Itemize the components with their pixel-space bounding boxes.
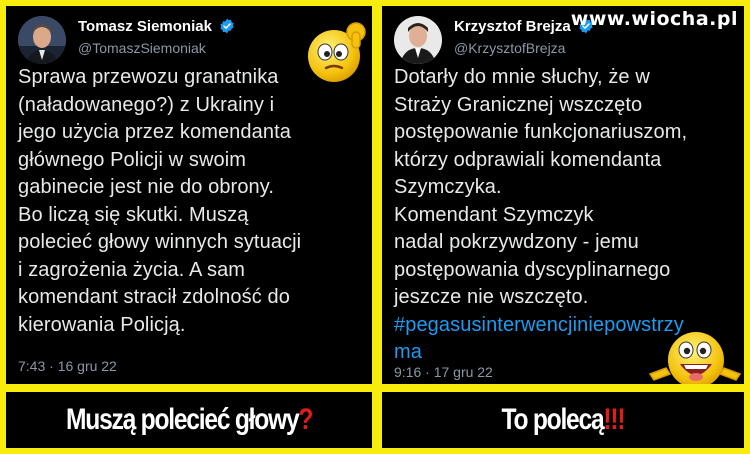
left-author-name-text: Tomasz Siemoniak [78, 18, 212, 35]
left-timestamp[interactable]: 7:43 · 16 gru 22 [18, 358, 117, 374]
watermark-logo: www.wiocha.pl [570, 8, 738, 30]
left-tweet-line: gabinecie jest nie do obrony. [18, 176, 275, 198]
left-tweet-line: głównego Policji w swoim [18, 148, 247, 171]
right-avatar[interactable] [394, 16, 442, 64]
right-tweet-line: Szymczyka. [394, 176, 502, 198]
left-avatar[interactable] [18, 16, 66, 64]
right-caption-text: To polecą [501, 403, 605, 436]
left-tweet-card: Tomasz Siemoniak @TomaszSiemoniak Sprawa… [6, 6, 372, 384]
left-tweet-line: Sprawa przewozu granatnika [18, 66, 279, 88]
right-author-name-text: Krzysztof Brejza [454, 18, 571, 35]
right-tweet-line: którzy odprawiali komendanta [394, 148, 662, 171]
person-photo-icon [18, 16, 66, 64]
left-tweet-line: komendant stracił zdolność do [18, 286, 290, 308]
left-author-name[interactable]: Tomasz Siemoniak [78, 18, 235, 35]
left-caption: Muszą polecieć głowy? [65, 403, 313, 437]
right-tweet-body: Dotarły do mnie słuchy, że w Straży Gran… [394, 64, 687, 367]
right-handle[interactable]: @KrzysztofBrejza [454, 40, 565, 56]
right-tweet-line: nadal pokrzywdzony - jemu [394, 231, 639, 253]
right-tweet-line: jeszcze nie wszczęto. [394, 286, 589, 308]
person-photo-icon [394, 16, 442, 64]
left-caption-text: Muszą polecieć głowy [65, 403, 300, 436]
right-timestamp[interactable]: 9:16 · 17 gru 22 [394, 364, 493, 380]
left-tweet-line: i zagrożenia życia. A sam [18, 258, 246, 281]
right-tweet-line: postępowania dyscyplinarnego [394, 258, 671, 281]
right-caption: To polecą!!! [501, 403, 626, 437]
hashtag-link-continuation[interactable]: ma [394, 339, 687, 367]
left-tweet-line: Bo liczą się skutki. Muszą [18, 203, 249, 226]
right-tweet-line: postępowanie funkcjonariuszom, [394, 121, 688, 143]
right-tweet-line: Dotarły do mnie słuchy, że w [394, 66, 650, 88]
left-tweet-body: Sprawa przewozu granatnika (naładowanego… [18, 64, 301, 339]
thinking-face-emoji-icon [304, 18, 372, 91]
right-caption-exclamation-marks: !!! [603, 403, 626, 436]
left-handle[interactable]: @TomaszSiemoniak [78, 40, 206, 56]
left-tweet-line: kierowania Policją. [18, 313, 186, 336]
left-tweet-line: polecieć głowy winnych sytuacji [18, 231, 302, 253]
hashtag-link[interactable]: #pegasusinterwencjiniepowstrzy [394, 312, 687, 340]
right-caption-bar: To polecą!!! [382, 392, 744, 448]
verified-badge-icon [220, 18, 234, 34]
left-caption-question-mark: ? [298, 403, 313, 436]
right-tweet-line: Komendant Szymczyk [394, 203, 594, 226]
left-caption-bar: Muszą polecieć głowy? [6, 392, 372, 448]
laughing-pointing-emoji-icon [646, 324, 744, 384]
right-tweet-line: Straży Granicznej wszczęto [394, 93, 643, 116]
right-tweet-card: Krzysztof Brejza @KrzysztofBrejza www.wi… [382, 6, 744, 384]
left-tweet-line: jego użycia przez komendanta [18, 121, 291, 143]
left-tweet-line: (naładowanego?) z Ukrainy i [18, 93, 275, 116]
